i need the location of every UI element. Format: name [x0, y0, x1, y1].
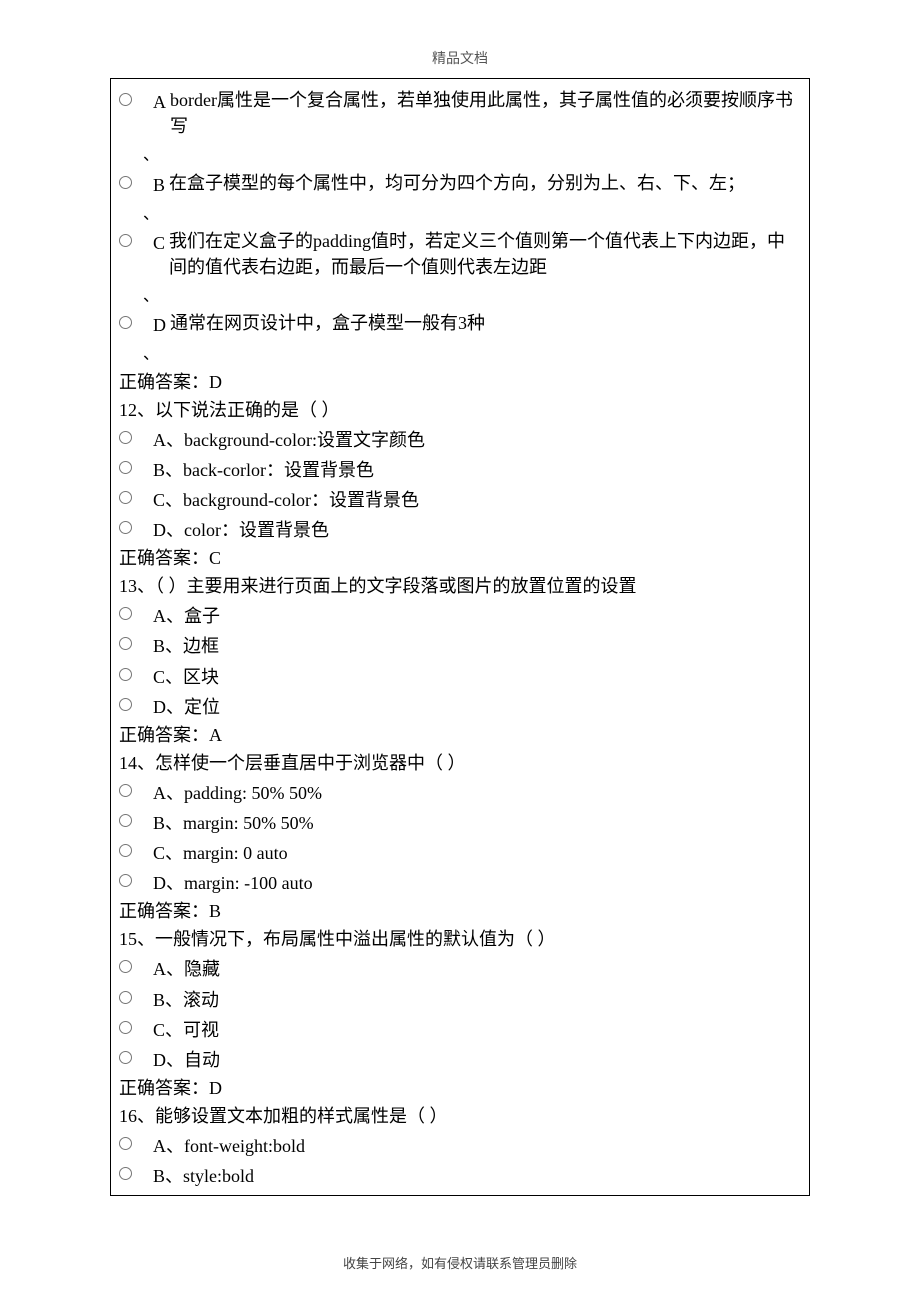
q12-option-a: A、background-color:设置文字颜色 — [119, 425, 801, 453]
option-text: C、margin: 0 auto — [153, 840, 288, 866]
caret-row: 、 — [119, 141, 801, 167]
radio-icon[interactable] — [119, 431, 132, 444]
option-text: B、margin: 50% 50% — [153, 810, 314, 836]
caret-row: 、 — [119, 200, 801, 226]
caret-mark: 、 — [143, 144, 159, 167]
radio-icon[interactable] — [119, 607, 132, 620]
radio-icon[interactable] — [119, 960, 132, 973]
q13-option-b: B、边框 — [119, 631, 801, 659]
q13-answer: 正确答案：A — [119, 722, 801, 748]
option-letter: C — [153, 230, 165, 256]
q14-option-a: A、padding: 50% 50% — [119, 778, 801, 806]
option-text: border属性是一个复合属性，若单独使用此属性，其子属性值的必须要按顺序书写 — [170, 87, 801, 139]
radio-icon[interactable] — [119, 1167, 132, 1180]
q14-option-d: D、margin: -100 auto — [119, 868, 801, 896]
q16-title: 16、能够设置文本加粗的样式属性是（ ） — [119, 1103, 801, 1129]
radio-icon[interactable] — [119, 93, 132, 106]
radio-icon[interactable] — [119, 521, 132, 534]
q14-answer: 正确答案：B — [119, 898, 801, 924]
caret-mark: 、 — [143, 343, 159, 366]
q14-option-c: C、margin: 0 auto — [119, 838, 801, 866]
q12-option-c: C、background-color：设置背景色 — [119, 485, 801, 513]
radio-icon[interactable] — [119, 491, 132, 504]
radio-icon[interactable] — [119, 316, 132, 329]
content-box: A border属性是一个复合属性，若单独使用此属性，其子属性值的必须要按顺序书… — [110, 78, 810, 1196]
option-text: 通常在网页设计中，盒子模型一般有3种 — [170, 310, 801, 336]
q15-option-c: C、可视 — [119, 1015, 801, 1043]
option-letter: B — [153, 172, 165, 198]
q15-option-b: B、滚动 — [119, 985, 801, 1013]
option-text: A、隐藏 — [153, 956, 220, 982]
q15-option-a: A、隐藏 — [119, 954, 801, 982]
option-text: D、自动 — [153, 1047, 220, 1073]
option-letter: A — [153, 89, 166, 115]
radio-icon[interactable] — [119, 176, 132, 189]
radio-icon[interactable] — [119, 668, 132, 681]
option-text: B、back-corlor：设置背景色 — [153, 457, 374, 483]
radio-icon[interactable] — [119, 1051, 132, 1064]
caret-mark: 、 — [143, 203, 159, 226]
radio-icon[interactable] — [119, 637, 132, 650]
q13-option-c: C、区块 — [119, 662, 801, 690]
radio-icon[interactable] — [119, 844, 132, 857]
option-text: A、padding: 50% 50% — [153, 780, 322, 806]
option-text: D、margin: -100 auto — [153, 870, 313, 896]
option-text: B、style:bold — [153, 1163, 254, 1189]
q15-title: 15、一般情况下，布局属性中溢出属性的默认值为（ ） — [119, 926, 801, 952]
q14-option-b: B、margin: 50% 50% — [119, 808, 801, 836]
option-text: C、可视 — [153, 1017, 219, 1043]
q15-option-d: D、自动 — [119, 1045, 801, 1073]
q11-option-c: C 我们在定义盒子的padding值时，若定义三个值则第一个值代表上下内边距，中… — [119, 228, 801, 280]
q16-option-b: B、style:bold — [119, 1161, 801, 1189]
caret-row: 、 — [119, 340, 801, 366]
radio-icon[interactable] — [119, 698, 132, 711]
q12-answer: 正确答案：C — [119, 545, 801, 571]
page-header: 精品文档 — [110, 50, 810, 70]
radio-icon[interactable] — [119, 784, 132, 797]
radio-icon[interactable] — [119, 1021, 132, 1034]
page-footer: 收集于网络，如有侵权请联系管理员删除 — [0, 1255, 920, 1274]
radio-icon[interactable] — [119, 234, 132, 247]
option-text: C、background-color：设置背景色 — [153, 487, 419, 513]
q11-option-a: A border属性是一个复合属性，若单独使用此属性，其子属性值的必须要按顺序书… — [119, 87, 801, 139]
q12-option-b: B、back-corlor：设置背景色 — [119, 455, 801, 483]
q13-option-a: A、盒子 — [119, 601, 801, 629]
caret-mark: 、 — [143, 285, 159, 308]
q11-answer: 正确答案：D — [119, 369, 801, 395]
option-text: B、滚动 — [153, 987, 219, 1013]
radio-icon[interactable] — [119, 874, 132, 887]
option-text: D、定位 — [153, 694, 220, 720]
option-text: 我们在定义盒子的padding值时，若定义三个值则第一个值代表上下内边距，中间的… — [169, 228, 801, 280]
option-text: A、盒子 — [153, 603, 220, 629]
q16-option-a: A、font-weight:bold — [119, 1131, 801, 1159]
q12-title: 12、以下说法正确的是（ ） — [119, 397, 801, 423]
option-text: B、边框 — [153, 633, 219, 659]
radio-icon[interactable] — [119, 1137, 132, 1150]
radio-icon[interactable] — [119, 461, 132, 474]
radio-icon[interactable] — [119, 814, 132, 827]
q12-option-d: D、color：设置背景色 — [119, 515, 801, 543]
option-text: D、color：设置背景色 — [153, 517, 329, 543]
option-text: A、font-weight:bold — [153, 1133, 305, 1159]
q11-option-b: B 在盒子模型的每个属性中，均可分为四个方向，分别为上、右、下、左； — [119, 170, 801, 198]
q15-answer: 正确答案：D — [119, 1075, 801, 1101]
q13-title: 13、（ ）主要用来进行页面上的文字段落或图片的放置位置的设置 — [119, 573, 801, 599]
option-text: 在盒子模型的每个属性中，均可分为四个方向，分别为上、右、下、左； — [169, 170, 801, 196]
q11-option-d: D 通常在网页设计中，盒子模型一般有3种 — [119, 310, 801, 338]
option-text: C、区块 — [153, 664, 219, 690]
option-text: A、background-color:设置文字颜色 — [153, 427, 425, 453]
q14-title: 14、怎样使一个层垂直居中于浏览器中（ ） — [119, 750, 801, 776]
q13-option-d: D、定位 — [119, 692, 801, 720]
radio-icon[interactable] — [119, 991, 132, 1004]
caret-row: 、 — [119, 282, 801, 308]
option-letter: D — [153, 312, 166, 338]
